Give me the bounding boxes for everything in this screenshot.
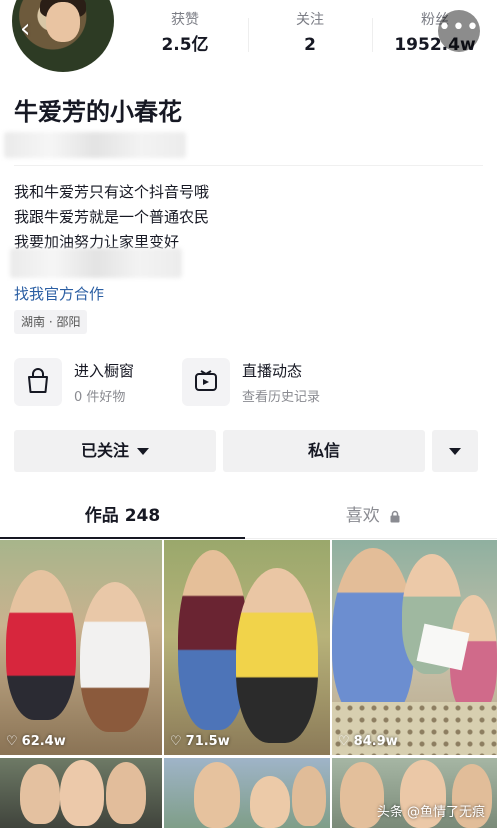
stat-label: 关注: [296, 12, 324, 28]
video-thumbnail[interactable]: ♡ 84.9w: [332, 540, 497, 755]
divider: [14, 165, 483, 166]
stat-following[interactable]: 关注 2: [280, 10, 340, 60]
video-thumbnail[interactable]: [0, 758, 162, 828]
caret-down-icon: [449, 448, 461, 455]
live-history-entry[interactable]: 直播动态 查看历史记录: [182, 358, 352, 406]
stat-value: 2: [304, 35, 316, 55]
video-like-count: ♡ 71.5w: [170, 734, 230, 749]
message-button[interactable]: 私信: [223, 430, 425, 472]
avatar-face: [46, 2, 80, 42]
redacted-id: [4, 132, 186, 158]
feature-title: 进入橱窗: [74, 362, 135, 380]
shopping-bag-icon: [14, 358, 62, 406]
stat-value: 2.5亿: [161, 35, 209, 55]
followed-button[interactable]: 已关注: [14, 430, 216, 472]
stat-divider: [248, 18, 249, 52]
video-thumbnail[interactable]: [164, 758, 330, 828]
tab-works[interactable]: 作品 248: [0, 504, 245, 528]
tab-liked-label: 喜欢: [345, 506, 380, 526]
heart-icon: ♡: [6, 734, 18, 749]
shop-window-entry[interactable]: 进入橱窗 0 件好物: [14, 358, 174, 406]
caret-down-icon: [137, 448, 149, 455]
tab-works-label: 作品 248: [84, 506, 161, 526]
bio-line: 我跟牛爱芳就是一个普通农民: [14, 208, 210, 226]
ellipsis-icon[interactable]: •••: [438, 10, 480, 52]
video-like-count: ♡ 84.9w: [338, 734, 398, 749]
bio-line: 我和牛爱芳只有这个抖音号哦: [14, 183, 210, 201]
stat-divider: [372, 18, 373, 52]
location-badge: 湖南 · 邵阳: [14, 310, 88, 334]
stat-label: 获赞: [171, 12, 199, 28]
video-thumbnail[interactable]: ♡ 71.5w: [164, 540, 330, 755]
message-label: 私信: [307, 441, 340, 460]
more-actions-button[interactable]: [432, 430, 478, 472]
video-like-count: ♡ 62.4w: [6, 734, 66, 749]
followed-label: 已关注: [80, 441, 129, 460]
official-cooperation-link[interactable]: 找我官方合作: [14, 283, 104, 304]
profile-name: 牛爱芳的小春花: [14, 98, 182, 126]
tab-indicator: [0, 537, 245, 539]
redacted-bio: [10, 248, 182, 278]
feature-subtitle: 查看历史记录: [242, 390, 321, 405]
back-icon[interactable]: ‹: [20, 16, 46, 42]
tab-liked[interactable]: 喜欢: [250, 504, 497, 528]
watermark: 头条 @鱼情了无痕: [376, 805, 485, 820]
heart-icon: ♡: [338, 734, 350, 749]
feature-subtitle: 0 件好物: [74, 390, 126, 405]
stat-likes[interactable]: 获赞 2.5亿: [155, 10, 215, 60]
feature-title: 直播动态: [242, 362, 303, 380]
live-tv-icon: [182, 358, 230, 406]
heart-icon: ♡: [170, 734, 182, 749]
video-thumbnail[interactable]: ♡ 62.4w: [0, 540, 162, 755]
lock-icon: [390, 510, 400, 522]
